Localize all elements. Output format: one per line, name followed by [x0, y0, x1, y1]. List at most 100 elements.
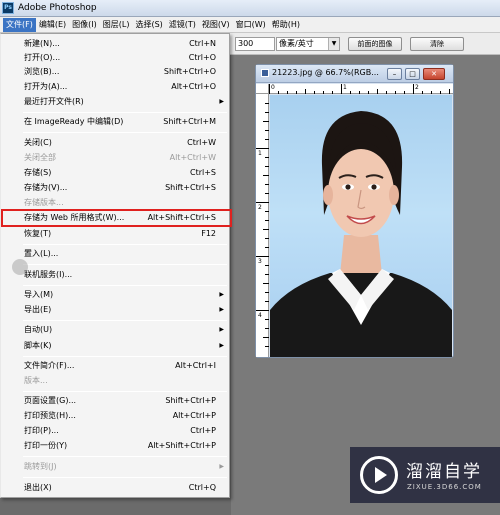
menu-item-shortcut: Alt+Ctrl+W: [169, 153, 216, 162]
close-button[interactable]: ✕: [423, 68, 445, 80]
maximize-button[interactable]: □: [405, 68, 420, 80]
menu-item-save[interactable]: 存储(S) Ctrl+S: [1, 166, 229, 180]
menu-item-import[interactable]: 导入(M) ▶: [1, 288, 229, 302]
menu-item-browse[interactable]: 浏览(B)... Shift+Ctrl+O: [1, 65, 229, 79]
submenu-arrow-icon: ▶: [219, 306, 224, 313]
ruler-left-label: 4: [258, 312, 262, 319]
menu-item-label: 导入(M): [24, 290, 54, 299]
document-title-bar[interactable]: 21223.jpg @ 66.7%(RGB... – □ ✕: [256, 65, 453, 83]
menu-item-label: 在 ImageReady 中编辑(D): [24, 117, 124, 126]
document-icon: [261, 69, 269, 77]
menu-item-exit[interactable]: 退出(X) Ctrl+Q: [1, 481, 229, 495]
menu-help[interactable]: 帮助(H): [269, 18, 303, 32]
menu-item-save-version: 存储版本...: [1, 196, 229, 210]
menu-item-shortcut: Shift+Ctrl+S: [165, 183, 216, 192]
front-image-button[interactable]: 前面的图像: [348, 37, 402, 51]
menu-separator: [23, 391, 227, 392]
menu-item-label: 文件简介(F)...: [24, 361, 75, 370]
menu-item-page-setup[interactable]: 页面设置(G)... Shift+Ctrl+P: [1, 394, 229, 408]
clear-button[interactable]: 清除: [410, 37, 464, 51]
menu-item-print[interactable]: 打印(P)... Ctrl+P: [1, 424, 229, 438]
ruler-left-label: 3: [258, 258, 262, 265]
menu-item-shortcut: Alt+Ctrl+P: [172, 411, 216, 420]
app-title: Adobe Photoshop: [18, 3, 97, 13]
menu-item-edit-in-imageready[interactable]: 在 ImageReady 中编辑(D) Shift+Ctrl+M: [1, 115, 229, 129]
menu-item-close[interactable]: 关闭(C) Ctrl+W: [1, 136, 229, 150]
menu-item-online-services[interactable]: 联机服务(I)...: [1, 268, 229, 282]
menu-item-automate[interactable]: 自动(U) ▶: [1, 323, 229, 337]
menu-item-shortcut: Ctrl+N: [189, 39, 216, 48]
menu-item-label: 存储(S): [24, 168, 52, 177]
menu-item-label: 关闭(C): [24, 138, 52, 147]
menu-item-print-one-copy[interactable]: 打印一份(Y) Alt+Shift+Ctrl+P: [1, 439, 229, 453]
menu-item-shortcut: Shift+Ctrl+M: [163, 117, 216, 126]
menu-item-label: 打印一份(Y): [24, 441, 68, 450]
submenu-arrow-icon: ▶: [219, 98, 224, 105]
menu-item-label: 最近打开文件(R): [24, 97, 84, 106]
menu-separator: [23, 285, 227, 286]
submenu-arrow-icon: ▶: [219, 326, 224, 333]
menu-image[interactable]: 图像(I): [69, 18, 100, 32]
options-bar: 300 像素/英寸 ▼ 前面的图像 清除: [230, 33, 500, 55]
menu-item-open[interactable]: 打开(O)... Ctrl+O: [1, 51, 229, 65]
submenu-arrow-icon: ▶: [219, 342, 224, 349]
menu-item-label: 脚本(K): [24, 341, 52, 350]
menu-item-shortcut: Alt+Ctrl+O: [171, 82, 216, 91]
ruler-top-label: 1: [343, 84, 347, 91]
menu-item-file-info[interactable]: 文件简介(F)... Alt+Ctrl+I: [1, 359, 229, 373]
menu-window[interactable]: 窗口(W): [233, 18, 269, 32]
menu-separator: [23, 112, 227, 113]
menu-separator: [23, 456, 227, 457]
portrait-photo: [270, 95, 452, 357]
menu-item-shortcut: Shift+Ctrl+O: [163, 67, 216, 76]
menu-item-shortcut: Ctrl+O: [188, 53, 216, 62]
watermark-brand: 溜溜自学: [406, 462, 482, 482]
ruler-left-label: 1: [258, 150, 262, 157]
ruler-top-label: 2: [415, 84, 419, 91]
ruler-left: 1 2 3 4: [256, 94, 269, 357]
menu-item-place[interactable]: 置入(L)...: [1, 247, 229, 261]
menu-separator: [23, 356, 227, 357]
document-window[interactable]: 21223.jpg @ 66.7%(RGB... – □ ✕ 0 1 2 1 2…: [255, 64, 454, 358]
menu-separator: [23, 244, 227, 245]
menu-item-save-as[interactable]: 存储为(V)... Shift+Ctrl+S: [1, 181, 229, 195]
portrait-illustration: [270, 111, 452, 357]
watermark-badge: 溜溜自学 ZIXUE.3D66.COM: [350, 447, 500, 503]
resolution-input[interactable]: 300: [235, 37, 275, 51]
menu-separator: [23, 477, 227, 478]
menu-item-recent-files[interactable]: 最近打开文件(R) ▶: [1, 95, 229, 109]
ruler-top-ticks: [269, 84, 450, 94]
menu-item-label: 打印(P)...: [24, 426, 59, 435]
highlight-annotation-box: [1, 209, 232, 227]
menu-layer[interactable]: 图层(L): [100, 18, 133, 32]
submenu-arrow-icon: ▶: [219, 291, 224, 298]
menu-select[interactable]: 选择(S): [132, 18, 165, 32]
menu-item-export[interactable]: 导出(E) ▶: [1, 303, 229, 317]
menu-item-open-as[interactable]: 打开为(A)... Alt+Ctrl+O: [1, 80, 229, 94]
menu-item-label: 退出(X): [24, 483, 52, 492]
menu-item-label: 置入(L)...: [24, 249, 59, 258]
menu-view[interactable]: 视图(V): [199, 18, 233, 32]
menu-item-shortcut: F12: [201, 229, 216, 238]
resolution-unit-select[interactable]: 像素/英寸 ▼: [276, 37, 340, 51]
menu-item-print-preview[interactable]: 打印预览(H)... Alt+Ctrl+P: [1, 409, 229, 423]
chevron-down-icon: ▼: [328, 38, 339, 50]
menu-edit[interactable]: 编辑(E): [36, 18, 69, 32]
ruler-top-label: 0: [271, 84, 275, 91]
menu-item-label: 自动(U): [24, 325, 53, 334]
menu-file[interactable]: 文件(F): [3, 17, 36, 32]
menu-separator: [23, 132, 227, 133]
minimize-button[interactable]: –: [387, 68, 402, 80]
menu-filter[interactable]: 滤镜(T): [166, 18, 199, 32]
menu-item-label: 联机服务(I)...: [24, 270, 73, 279]
menu-item-revert[interactable]: 恢复(T) F12: [1, 227, 229, 241]
menu-item-new[interactable]: 新建(N)... Ctrl+N: [1, 37, 229, 51]
resolution-unit-value: 像素/英寸: [279, 39, 314, 48]
play-logo-icon: [360, 456, 398, 494]
ruler-corner: [256, 84, 269, 94]
menu-item-label: 存储为(V)...: [24, 183, 68, 192]
menu-item-label: 打开(O)...: [24, 53, 61, 62]
menu-item-scripts[interactable]: 脚本(K) ▶: [1, 339, 229, 353]
photoshop-logo-icon: Ps: [2, 2, 14, 14]
menu-item-shortcut: Alt+Ctrl+I: [175, 361, 216, 370]
